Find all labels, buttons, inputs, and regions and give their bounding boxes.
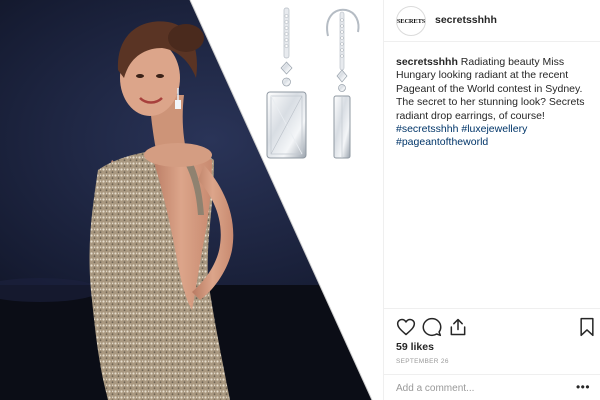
header-username-link[interactable]: secretsshhh <box>435 14 497 26</box>
post-caption: secretsshhh Radiating beauty Miss Hungar… <box>396 56 594 150</box>
share-icon[interactable] <box>448 317 468 337</box>
earrings-product-image <box>258 6 378 171</box>
bookmark-icon[interactable] <box>577 317 597 337</box>
caption-username-link[interactable]: secretsshhh <box>396 56 458 68</box>
hashtag-link[interactable]: #pageantoftheworld <box>396 136 488 148</box>
post-date: SEPTEMBER 26 <box>396 358 449 365</box>
hashtag-link[interactable]: #secretsshhh <box>396 123 458 135</box>
post-actions <box>384 308 600 342</box>
post-header: SECRETS secretsshhh <box>384 0 600 42</box>
heart-icon[interactable] <box>396 317 416 337</box>
comment-input[interactable] <box>396 381 566 395</box>
post-side-panel: SECRETS secretsshhh secretsshhh Radiatin… <box>383 0 600 400</box>
comment-bar: ••• <box>384 374 600 400</box>
avatar[interactable]: SECRETS <box>396 6 426 36</box>
comment-icon[interactable] <box>422 317 442 337</box>
likes-count[interactable]: 59 likes <box>396 341 434 353</box>
more-options-button[interactable]: ••• <box>574 379 592 395</box>
hashtag-link[interactable]: #luxejewellery <box>461 123 527 135</box>
